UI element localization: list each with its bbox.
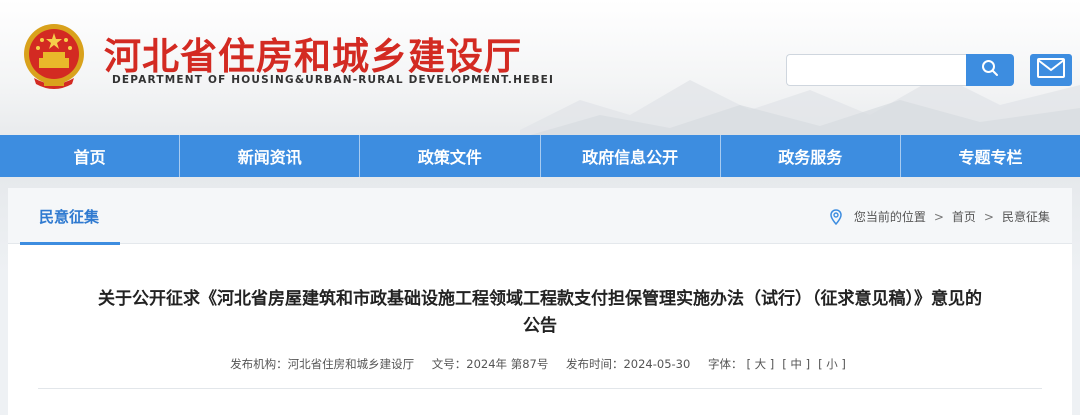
article-title-line2: 公告 <box>523 316 557 336</box>
date-info: 发布时间：2024-05-30 <box>566 357 690 371</box>
font-small-button[interactable]: [ 小 ] <box>818 357 846 371</box>
font-large-button[interactable]: [ 大 ] <box>746 357 774 371</box>
nav-item-topics[interactable]: 专题专栏 <box>901 135 1080 177</box>
date-label: 发布时间： <box>565 357 624 371</box>
content-card: 民意征集 您当前的位置 > 首页 > 民意征集 关于公开征求《河北省房屋建筑和市… <box>8 188 1072 415</box>
font-medium-button[interactable]: [ 中 ] <box>782 357 810 371</box>
breadcrumb-current-link[interactable]: 民意征集 <box>1002 208 1050 225</box>
breadcrumb: 您当前的位置 > 首页 > 民意征集 <box>830 208 1050 225</box>
section-title[interactable]: 民意征集 <box>39 206 99 227</box>
docno-value: 2024年 第87号 <box>466 357 549 371</box>
main-nav: 首页 新闻资讯 政策文件 政府信息公开 政务服务 专题专栏 <box>0 135 1080 177</box>
site-subtitle: DEPARTMENT OF HOUSING&URBAN-RURAL DEVELO… <box>112 74 555 86</box>
breadcrumb-home-link[interactable]: 首页 <box>952 208 976 225</box>
publisher-label: 发布机构： <box>230 357 288 371</box>
breadcrumb-separator: > <box>933 209 944 224</box>
search-button[interactable] <box>966 54 1014 86</box>
national-emblem-icon <box>22 22 86 92</box>
article-title: 关于公开征求《河北省房屋建筑和市政基础设施工程领域工程款支付担保管理实施办法（试… <box>48 286 1032 340</box>
font-size-label: 字体： <box>707 357 743 371</box>
nav-item-home[interactable]: 首页 <box>0 135 181 177</box>
site-title: 河北省住房和城乡建设厅 <box>104 35 522 78</box>
publisher-info: 发布机构：河北省住房和城乡建设厅 <box>230 357 414 371</box>
search-icon <box>981 59 999 81</box>
mail-icon <box>1037 58 1065 82</box>
date-value: 2024-05-30 <box>623 357 691 371</box>
site-header: 河北省住房和城乡建设厅 DEPARTMENT OF HOUSING&URBAN-… <box>0 0 1080 135</box>
nav-item-news[interactable]: 新闻资讯 <box>180 135 361 177</box>
docno-label: 文号： <box>431 357 467 371</box>
section-title-underline <box>20 242 120 245</box>
nav-item-policy[interactable]: 政策文件 <box>360 135 541 177</box>
docno-info: 文号：2024年 第87号 <box>432 357 549 371</box>
nav-item-services[interactable]: 政务服务 <box>721 135 901 177</box>
article-divider <box>38 388 1042 389</box>
article-meta: 发布机构：河北省住房和城乡建设厅 文号：2024年 第87号 发布时间：2024… <box>8 356 1072 372</box>
breadcrumb-separator: > <box>983 209 994 224</box>
nav-item-info-disclosure[interactable]: 政府信息公开 <box>541 135 721 177</box>
article-title-line1: 关于公开征求《河北省房屋建筑和市政基础设施工程领域工程款支付担保管理实施办法（试… <box>98 289 982 309</box>
publisher-value: 河北省住房和城乡建设厅 <box>287 357 415 371</box>
location-pin-icon <box>830 208 842 225</box>
section-header: 民意征集 您当前的位置 > 首页 > 民意征集 <box>8 188 1072 244</box>
mail-button[interactable] <box>1030 54 1072 86</box>
font-size-controls: 字体：[ 大 ] [ 中 ] [ 小 ] <box>708 357 850 371</box>
search-input[interactable] <box>786 54 966 86</box>
breadcrumb-prefix: 您当前的位置 <box>853 210 926 224</box>
